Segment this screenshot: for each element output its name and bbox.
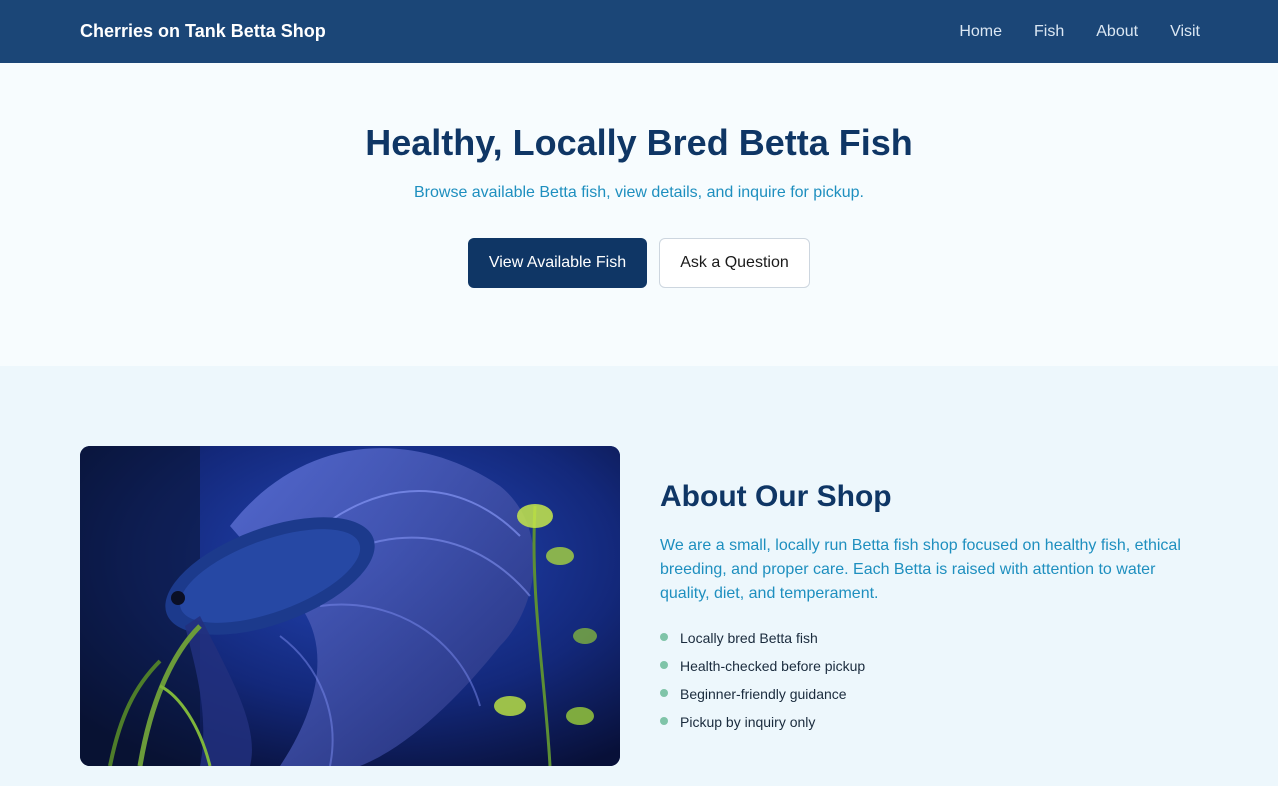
brand-logo-text[interactable]: Cherries on Tank Betta Shop (80, 21, 326, 42)
hero-subtitle: Browse available Betta fish, view detail… (413, 184, 864, 201)
hero-title: Healthy, Locally Bred Betta Fish (365, 122, 913, 163)
betta-fish-illustration (80, 446, 620, 766)
view-available-fish-button[interactable]: View Available Fish (468, 238, 647, 288)
about-content: About Our Shop We are a small, locally r… (660, 480, 1200, 740)
feature-item-locally-bred: Locally bred Betta fish (660, 628, 1200, 656)
about-description: We are a small, locally run Betta fish s… (660, 537, 1181, 602)
feature-item-beginner-friendly: Beginner-friendly guidance (660, 684, 1200, 712)
about-title: About Our Shop (660, 480, 892, 513)
top-navbar: Cherries on Tank Betta Shop Home Fish Ab… (0, 0, 1278, 63)
hero-buttons: View Available Fish Ask a Question (0, 238, 1278, 288)
feature-item-health-checked: Health-checked before pickup (660, 656, 1200, 684)
feature-list: Locally bred Betta fish Health-checked b… (660, 628, 1200, 740)
betta-fish-photo (80, 446, 620, 766)
nav-link-about[interactable]: About (1096, 23, 1138, 41)
main-nav: Home Fish About Visit (959, 23, 1200, 41)
feature-item-pickup-by-inquiry: Pickup by inquiry only (660, 712, 1200, 740)
nav-link-home[interactable]: Home (959, 23, 1002, 41)
about-section: About Our Shop We are a small, locally r… (0, 366, 1278, 786)
nav-link-visit[interactable]: Visit (1170, 23, 1200, 41)
nav-link-fish[interactable]: Fish (1034, 23, 1064, 41)
hero-section: Healthy, Locally Bred Betta Fish Browse … (0, 63, 1278, 366)
ask-question-button[interactable]: Ask a Question (659, 238, 810, 288)
